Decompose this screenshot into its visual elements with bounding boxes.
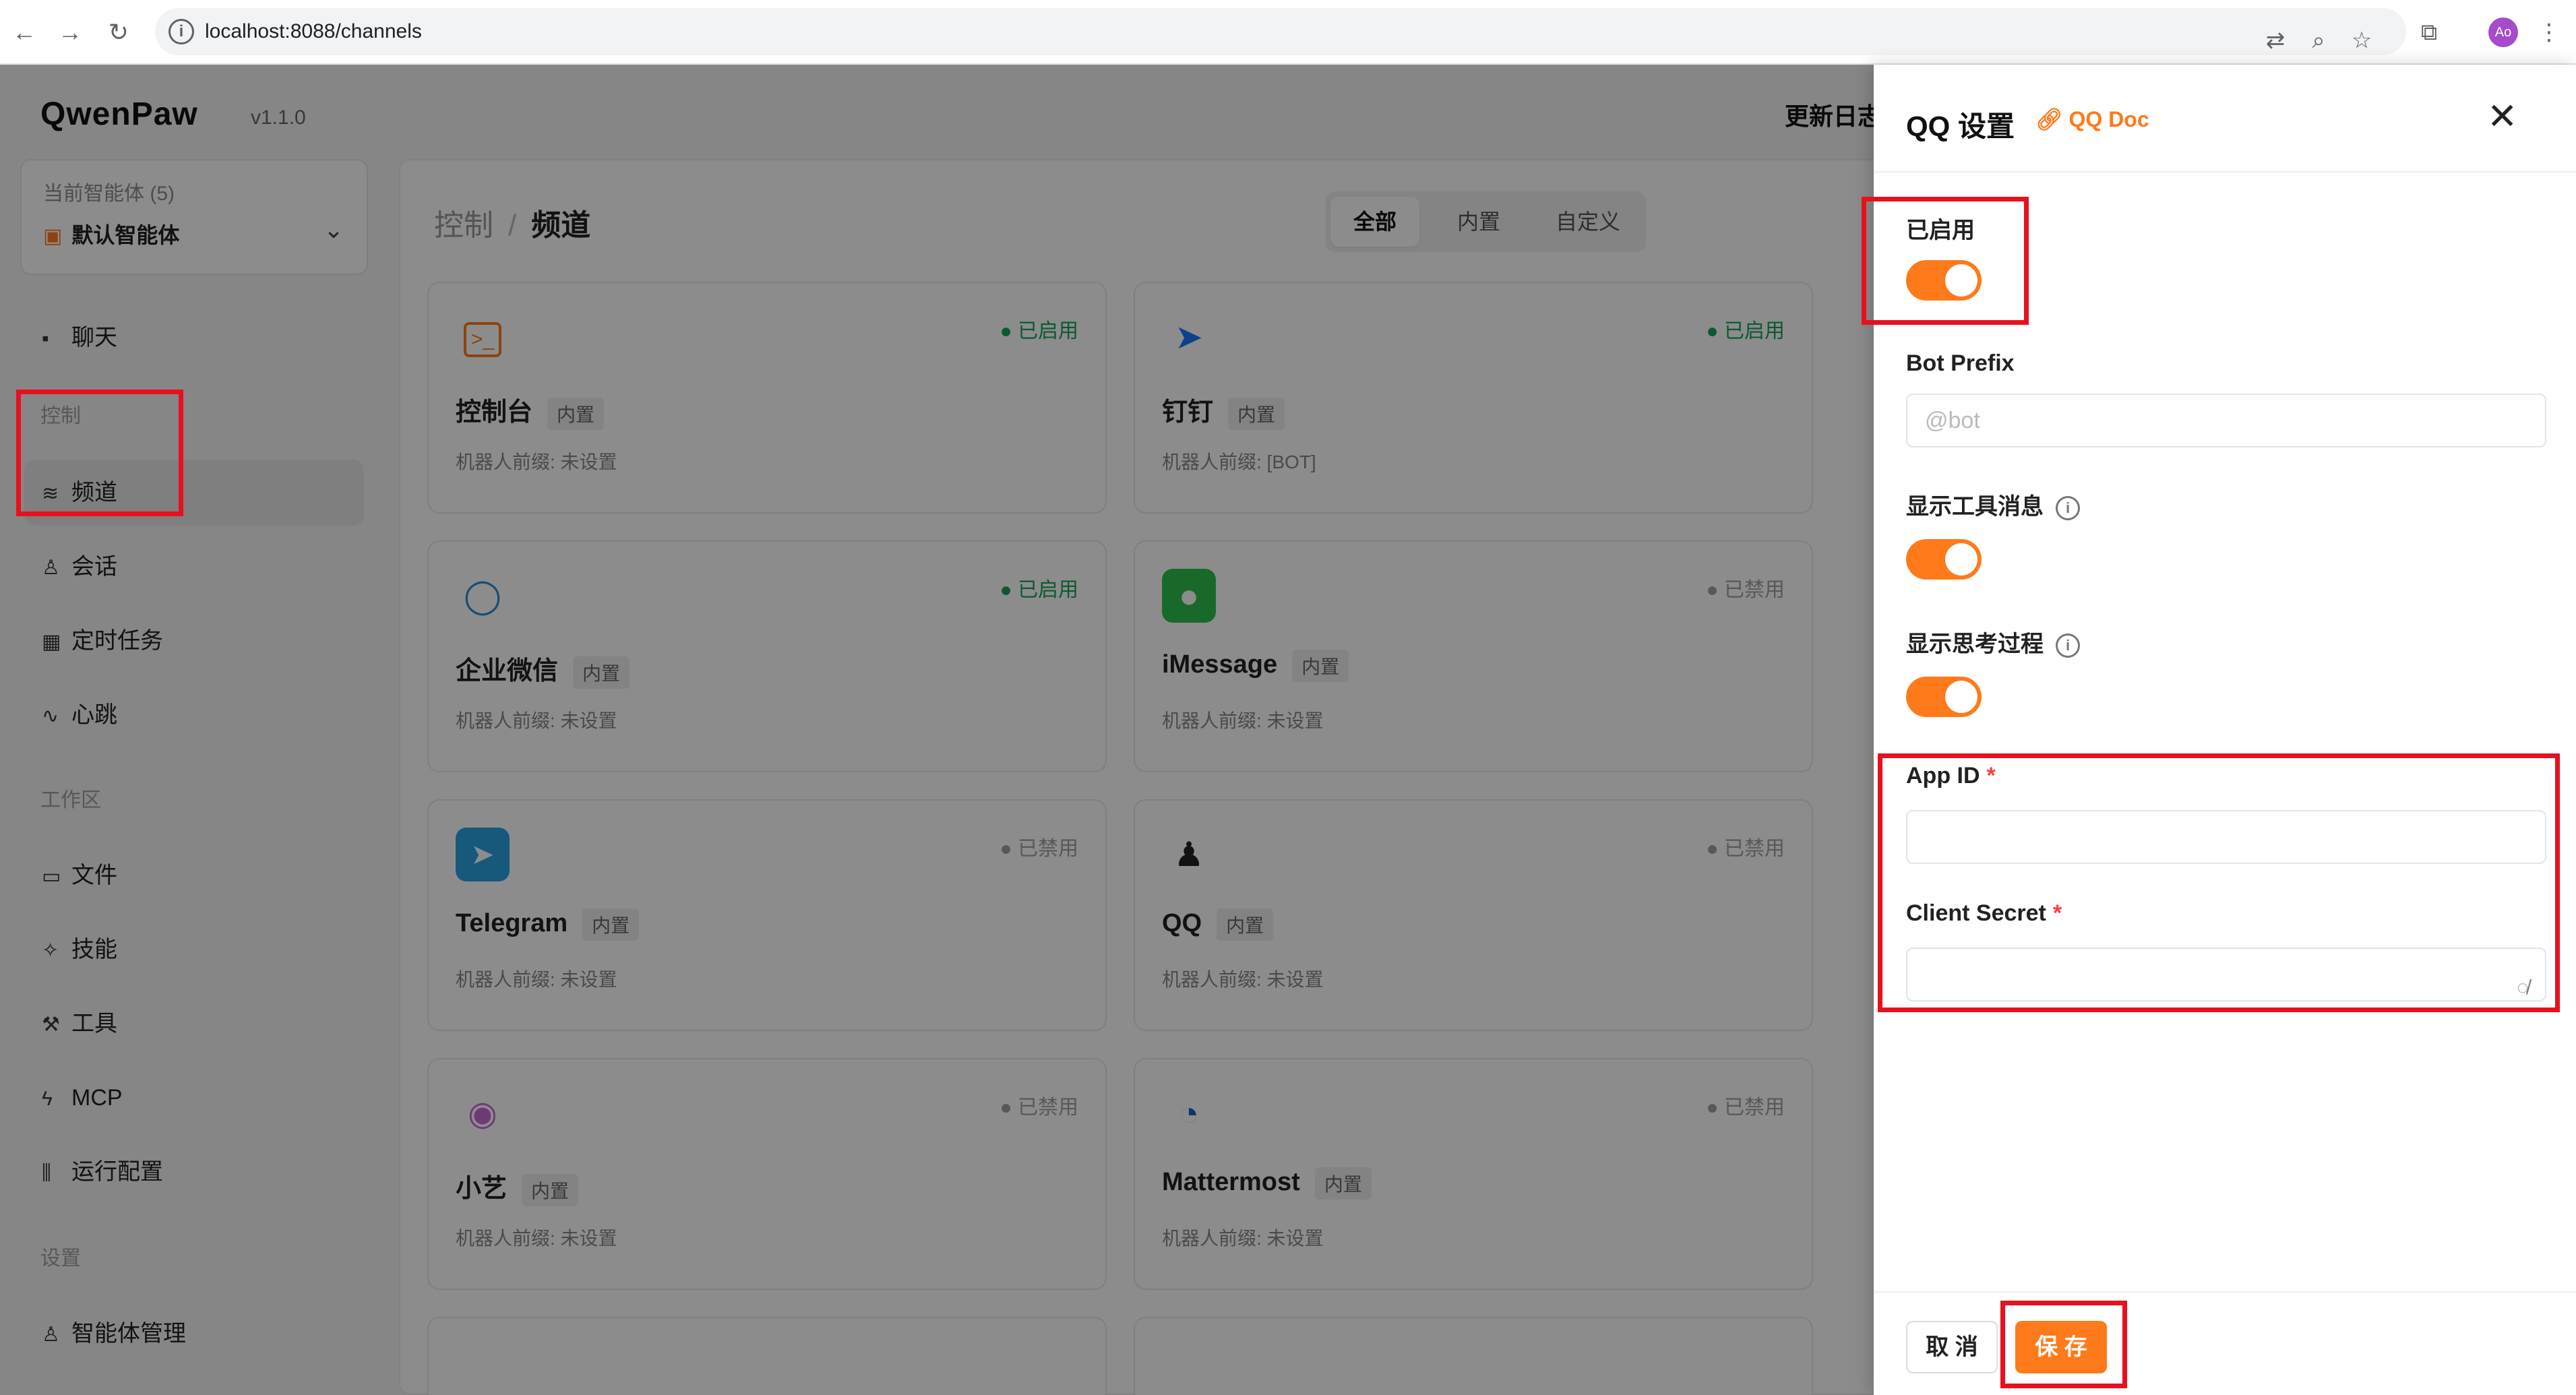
- doc-link[interactable]: 🔗︎ QQ Doc: [2035, 106, 2149, 132]
- link-icon: 🔗︎: [2035, 107, 2069, 131]
- highlight-box: [1862, 197, 2029, 325]
- extensions-icon[interactable]: ⧉: [2412, 15, 2447, 50]
- drawer-mask[interactable]: [0, 65, 1874, 1395]
- back-icon[interactable]: ←: [8, 16, 40, 49]
- zoom-icon[interactable]: ⌕: [2301, 23, 2336, 58]
- divider: [1874, 171, 2576, 173]
- show-tool-toggle[interactable]: [1906, 539, 1982, 580]
- doc-link-label: QQ Doc: [2068, 107, 2149, 131]
- reload-icon[interactable]: ↻: [102, 16, 135, 49]
- show-tool-label: 显示工具消息 i: [1906, 488, 2080, 521]
- url-text: localhost:8088/channels: [205, 20, 422, 42]
- show-thinking-toggle[interactable]: [1906, 677, 1982, 717]
- forward-icon[interactable]: →: [54, 16, 86, 49]
- show-thinking-label: 显示思考过程 i: [1906, 625, 2080, 658]
- info-icon[interactable]: i: [2056, 496, 2080, 521]
- profile-avatar[interactable]: Ao: [2488, 18, 2518, 47]
- cancel-button[interactable]: 取 消: [1906, 1321, 1998, 1373]
- highlight-box: [16, 390, 183, 516]
- translate-icon[interactable]: ⇄: [2258, 23, 2293, 58]
- site-info-icon[interactable]: i: [168, 19, 194, 44]
- bookmark-star-icon[interactable]: ☆: [2344, 23, 2379, 58]
- browser-toolbar: ← → ↻ i localhost:8088/channels ⇄ ⌕ ☆ ⧉ …: [0, 0, 2576, 65]
- close-icon[interactable]: ✕: [2487, 98, 2517, 135]
- address-bar[interactable]: i localhost:8088/channels ⇄ ⌕ ☆: [155, 8, 2406, 55]
- highlight-box: [2000, 1301, 2127, 1388]
- bot-prefix-label: Bot Prefix: [1906, 350, 2015, 376]
- info-icon[interactable]: i: [2056, 633, 2080, 658]
- browser-menu-icon[interactable]: ⋮: [2532, 15, 2567, 50]
- drawer-title: QQ 设置: [1906, 111, 2015, 142]
- divider: [1874, 1291, 2576, 1293]
- highlight-box: [1878, 753, 2560, 1012]
- bot-prefix-input[interactable]: @bot: [1906, 394, 2546, 447]
